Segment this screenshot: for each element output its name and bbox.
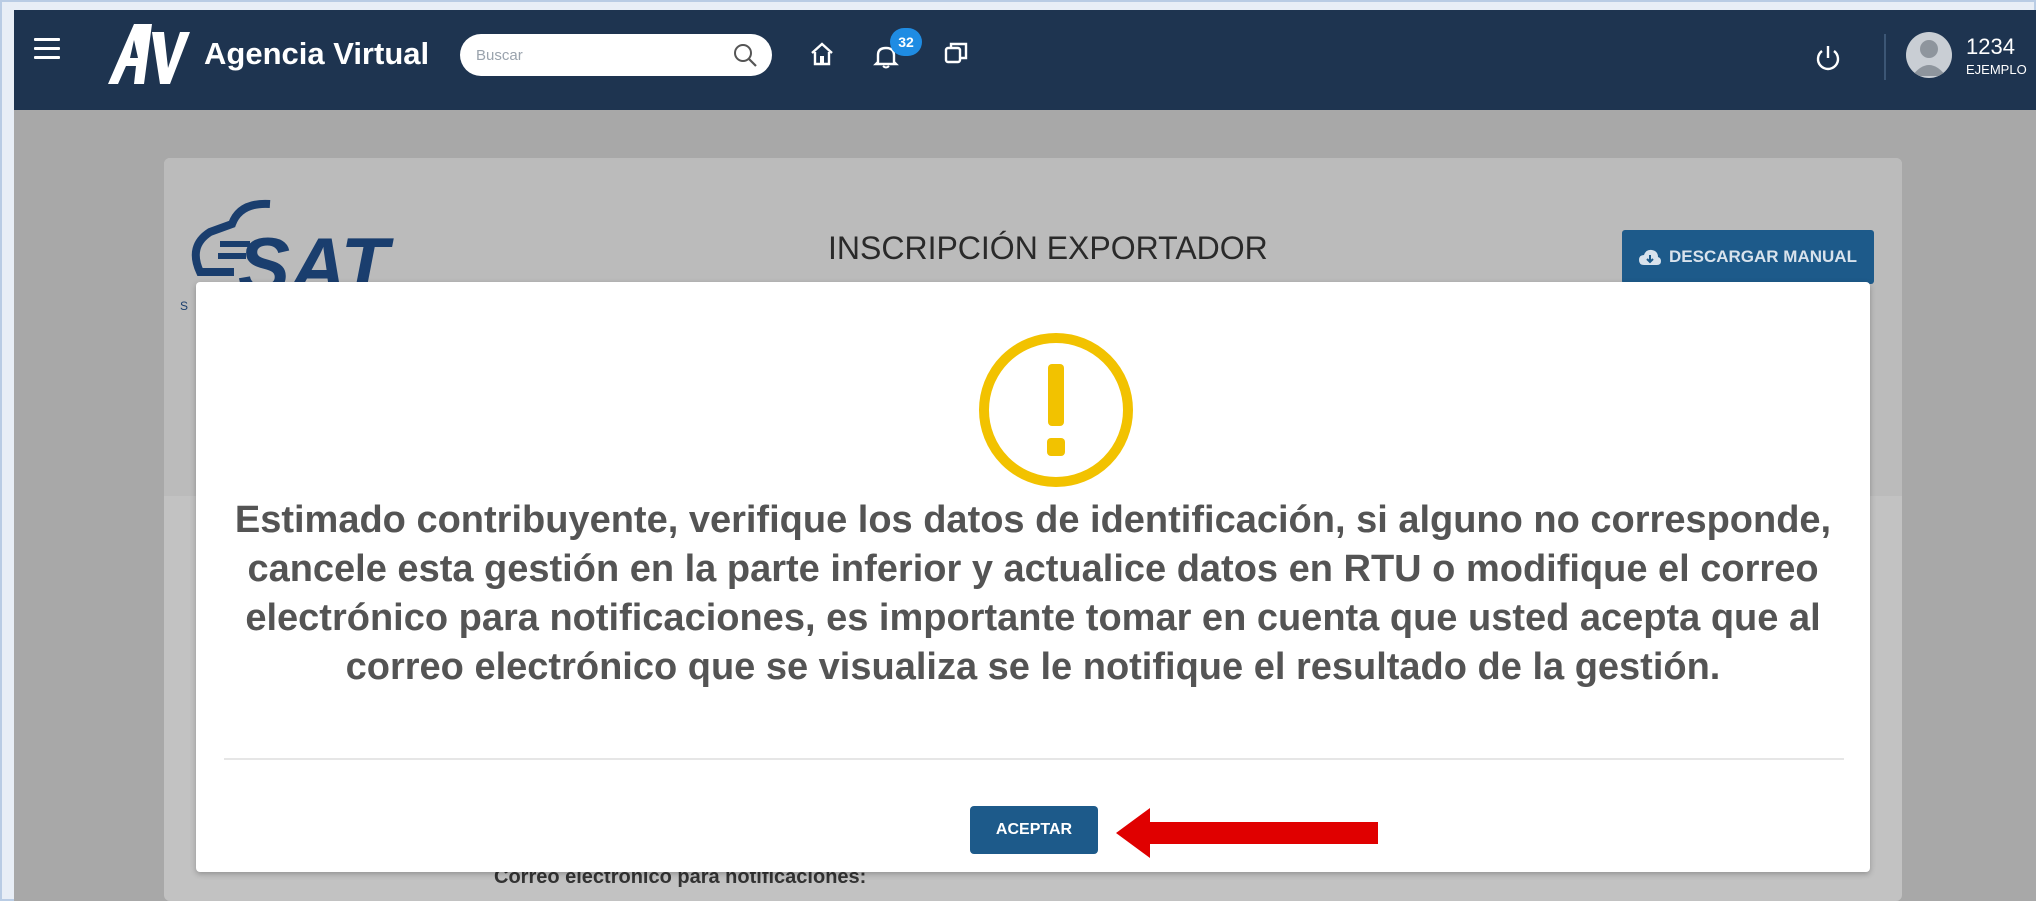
svg-text:S: S bbox=[180, 299, 188, 313]
notification-badge: 32 bbox=[890, 28, 922, 56]
warning-icon bbox=[979, 333, 1133, 487]
app-title: Agencia Virtual bbox=[204, 36, 430, 71]
search-box[interactable] bbox=[460, 34, 772, 76]
avatar[interactable] bbox=[1906, 32, 1952, 78]
windows-icon[interactable] bbox=[942, 40, 970, 68]
page-title: INSCRIPCIÓN EXPORTADOR bbox=[828, 230, 1268, 266]
dialog-message: Estimado contribuyente, verifique los da… bbox=[234, 499, 1832, 688]
agencia-virtual-logo bbox=[108, 24, 190, 84]
home-icon[interactable] bbox=[808, 40, 836, 68]
user-id: 1234 bbox=[1966, 34, 2015, 59]
power-icon[interactable] bbox=[1814, 44, 1842, 72]
accept-button[interactable]: ACEPTAR bbox=[970, 806, 1098, 854]
user-icon bbox=[1912, 40, 1946, 76]
cloud-download-icon bbox=[1639, 249, 1662, 265]
search-input[interactable] bbox=[476, 42, 716, 68]
menu-icon[interactable] bbox=[34, 38, 60, 60]
user-name: EJEMPLO bbox=[1966, 62, 2027, 77]
search-icon[interactable] bbox=[732, 42, 758, 68]
dialog-divider bbox=[224, 758, 1844, 760]
download-manual-button[interactable]: DESCARGAR MANUAL bbox=[1622, 230, 1874, 284]
download-manual-label: DESCARGAR MANUAL bbox=[1669, 247, 1857, 266]
red-arrow-annotation bbox=[1116, 808, 1378, 858]
header-divider bbox=[1884, 34, 1886, 80]
